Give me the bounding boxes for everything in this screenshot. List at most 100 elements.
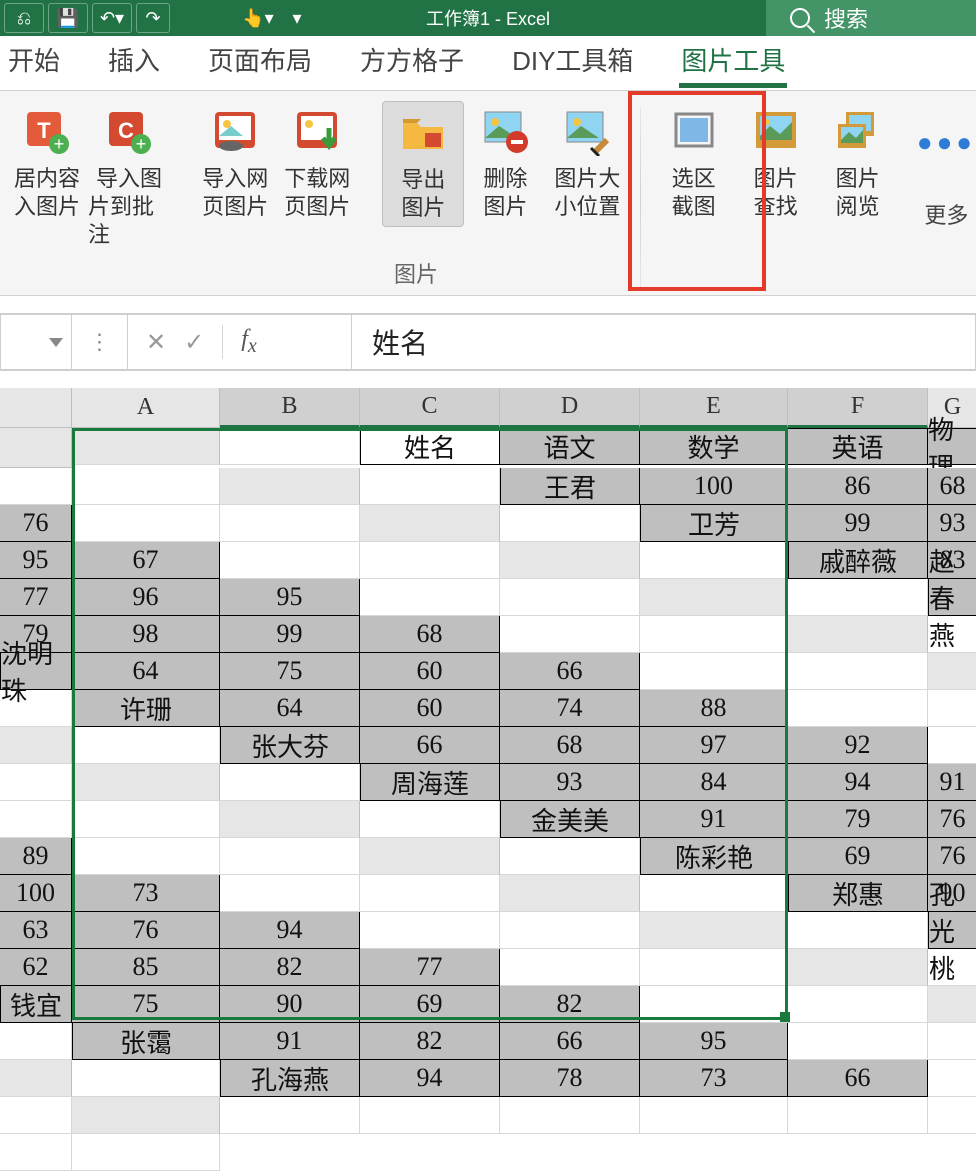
table-cell[interactable]: 98 (72, 616, 220, 653)
qat-btn-1[interactable]: ⎌ (4, 3, 44, 33)
btn-delete-pic[interactable]: 删除 图片 (464, 101, 546, 227)
cell-blank[interactable] (220, 505, 360, 542)
table-cell[interactable]: 孔海燕 (220, 1060, 360, 1097)
table-cell[interactable]: 95 (640, 1023, 788, 1060)
qat-touch[interactable]: 👆▾ (238, 3, 278, 33)
table-cell[interactable]: 74 (500, 690, 640, 727)
cell-blank[interactable] (360, 542, 500, 579)
cell-blank[interactable] (0, 1097, 72, 1134)
table-cell[interactable]: 82 (500, 986, 640, 1023)
cell-empty[interactable] (640, 875, 788, 912)
table-cell[interactable]: 79 (788, 801, 928, 838)
btn-more[interactable]: ●●● 更多 (917, 101, 976, 230)
col-header-F[interactable]: F (788, 388, 928, 428)
cell-blank[interactable] (640, 616, 788, 653)
table-cell[interactable]: 91 (220, 1023, 360, 1060)
qat-custom[interactable]: ▾ (282, 3, 312, 33)
row-header[interactable] (72, 428, 220, 465)
cell-blank[interactable] (72, 1134, 220, 1171)
cell-empty[interactable] (500, 1097, 640, 1134)
cell-empty[interactable] (928, 1097, 976, 1134)
table-header-cell[interactable]: 姓名 (360, 428, 500, 465)
cell-empty[interactable] (928, 616, 976, 653)
table-cell[interactable]: 77 (360, 949, 500, 986)
cell-empty[interactable] (72, 1060, 220, 1097)
table-cell[interactable]: 金美美 (500, 801, 640, 838)
cell-empty[interactable] (360, 801, 500, 838)
cell-blank[interactable] (928, 1023, 976, 1060)
col-header-D[interactable]: D (500, 388, 640, 428)
cell-empty[interactable] (500, 616, 640, 653)
cell-blank[interactable] (788, 986, 928, 1023)
tab-diy[interactable]: DIY工具箱 (510, 35, 635, 84)
cell-empty[interactable] (220, 542, 360, 579)
table-cell[interactable]: 张霭 (72, 1023, 220, 1060)
table-cell[interactable]: 75 (220, 653, 360, 690)
table-cell[interactable]: 75 (72, 986, 220, 1023)
table-cell[interactable]: 99 (220, 616, 360, 653)
table-cell[interactable]: 62 (0, 949, 72, 986)
btn-pic-size-pos[interactable]: 图片大 小位置 (546, 101, 628, 227)
table-cell[interactable]: 99 (788, 505, 928, 542)
table-cell[interactable]: 94 (220, 912, 360, 949)
table-cell[interactable]: 64 (220, 690, 360, 727)
row-header[interactable] (640, 912, 788, 949)
table-cell[interactable]: 86 (788, 468, 928, 505)
cell-blank[interactable] (788, 653, 928, 690)
cell-empty[interactable] (500, 949, 640, 986)
cell-blank[interactable] (0, 764, 72, 801)
table-cell[interactable]: 100 (0, 875, 72, 912)
cell-empty[interactable] (640, 542, 788, 579)
table-cell[interactable]: 78 (500, 1060, 640, 1097)
row-header[interactable] (788, 949, 928, 986)
table-cell[interactable]: 王君 (500, 468, 640, 505)
row-header[interactable] (0, 1060, 72, 1097)
table-cell[interactable]: 卫芳 (640, 505, 788, 542)
table-cell[interactable]: 66 (500, 653, 640, 690)
cell-empty[interactable] (0, 1134, 72, 1171)
col-header-B[interactable]: B (220, 388, 360, 428)
cell-empty[interactable] (360, 912, 500, 949)
table-cell[interactable]: 88 (640, 690, 788, 727)
table-cell[interactable]: 68 (360, 616, 500, 653)
table-cell[interactable]: 66 (500, 1023, 640, 1060)
cell-empty[interactable] (0, 1023, 72, 1060)
table-cell[interactable]: 77 (0, 579, 72, 616)
table-cell[interactable]: 郑惠 (788, 875, 928, 912)
table-cell[interactable]: 张大芬 (220, 727, 360, 764)
table-cell[interactable]: 93 (500, 764, 640, 801)
cell-blank[interactable] (220, 838, 360, 875)
table-cell[interactable]: 73 (640, 1060, 788, 1097)
table-cell[interactable]: 90 (220, 986, 360, 1023)
tab-layout[interactable]: 页面布局 (206, 35, 314, 84)
cell-blank[interactable] (928, 690, 976, 727)
cell-empty[interactable] (928, 1060, 976, 1097)
cell-empty[interactable] (220, 428, 360, 465)
table-cell[interactable]: 钱宜 (0, 986, 72, 1023)
table-cell[interactable]: 许珊 (72, 690, 220, 727)
table-cell[interactable]: 96 (72, 579, 220, 616)
qat-undo[interactable]: ↶▾ (92, 3, 132, 33)
cell-empty[interactable] (640, 986, 788, 1023)
table-cell[interactable]: 66 (360, 727, 500, 764)
table-cell[interactable]: 赵春燕 (928, 579, 976, 616)
cell-empty[interactable] (0, 468, 72, 505)
table-cell[interactable]: 76 (0, 505, 72, 542)
table-cell[interactable]: 67 (72, 542, 220, 579)
cell-empty[interactable] (0, 690, 72, 727)
table-cell[interactable]: 沈明珠 (0, 653, 72, 690)
col-header-C[interactable]: C (360, 388, 500, 428)
row-header[interactable] (72, 764, 220, 801)
name-box[interactable] (0, 314, 72, 370)
table-cell[interactable]: 85 (72, 949, 220, 986)
table-cell[interactable]: 周海莲 (360, 764, 500, 801)
formula-input[interactable]: 姓名 (352, 314, 976, 370)
row-header[interactable] (0, 727, 72, 764)
table-cell[interactable]: 戚醉薇 (788, 542, 928, 579)
row-header[interactable] (72, 1097, 220, 1134)
row-header[interactable] (928, 986, 976, 1023)
table-cell[interactable]: 94 (360, 1060, 500, 1097)
cell-empty[interactable] (0, 801, 72, 838)
name-box-expand[interactable]: ⋮ (72, 314, 128, 370)
table-cell[interactable]: 92 (788, 727, 928, 764)
